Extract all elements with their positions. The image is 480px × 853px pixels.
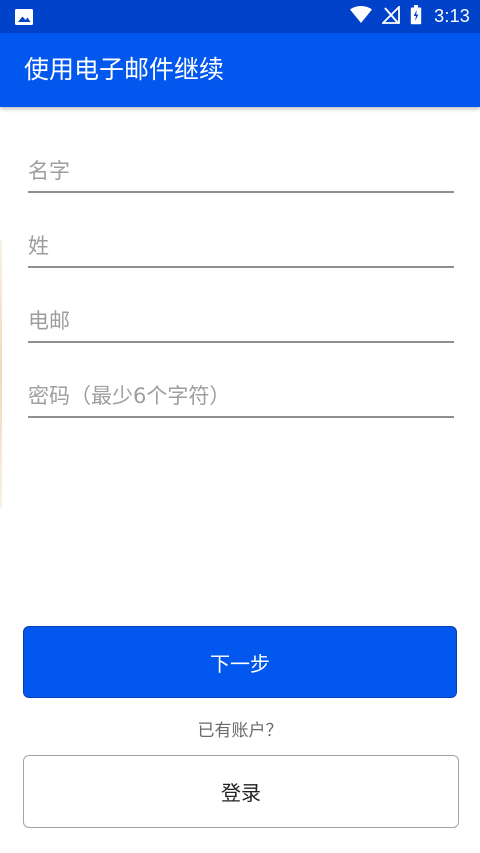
email-field	[28, 301, 454, 343]
email-input[interactable]	[28, 301, 454, 341]
has-account-text: 已有账户？	[197, 721, 283, 741]
battery-icon	[410, 4, 422, 29]
next-button-label: 下一步	[210, 651, 270, 676]
last-name-input[interactable]	[28, 226, 454, 266]
password-input[interactable]	[28, 376, 454, 416]
last-name-field	[28, 226, 454, 268]
first-name-field	[28, 151, 454, 193]
status-bar: 3:13	[0, 0, 480, 33]
no-signal-icon	[380, 4, 401, 28]
page-title: 使用电子邮件继续	[24, 55, 225, 84]
login-button[interactable]: 登录	[23, 755, 459, 828]
image-icon	[14, 8, 34, 26]
next-button[interactable]: 下一步	[23, 626, 457, 698]
login-button-label: 登录	[221, 781, 261, 805]
side-edge-decoration	[0, 240, 2, 508]
first-name-input[interactable]	[28, 151, 454, 191]
app-bar: 使用电子邮件继续	[0, 33, 480, 107]
wifi-icon	[350, 5, 373, 28]
status-icons: 3:13	[350, 0, 470, 33]
status-time: 3:13	[434, 6, 470, 26]
password-field	[28, 376, 454, 418]
